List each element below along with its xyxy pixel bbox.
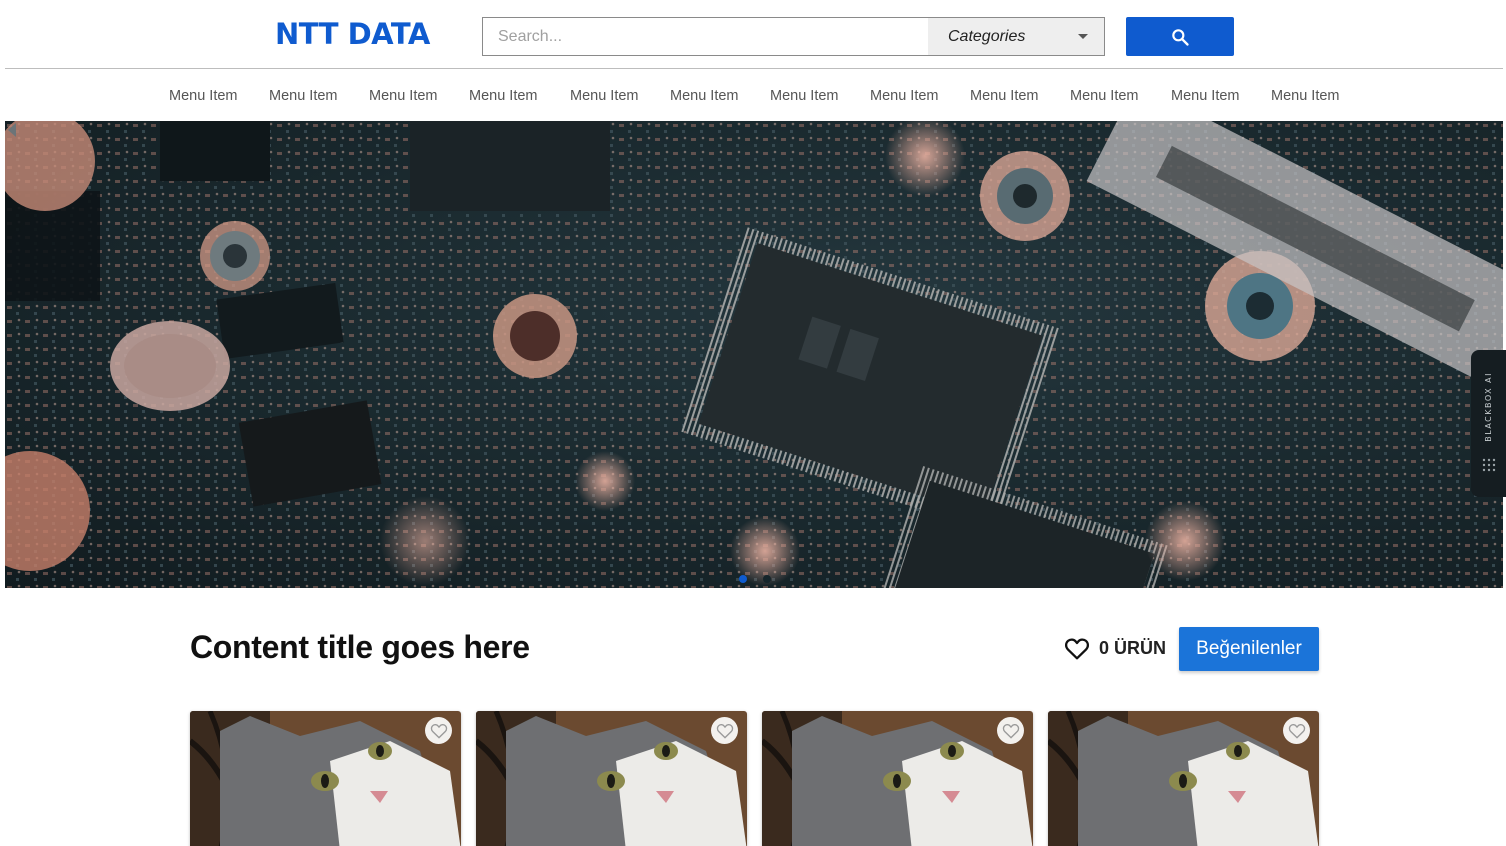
search-input[interactable] (483, 18, 928, 55)
nav-menu-item[interactable]: Menu Item (1070, 88, 1139, 104)
card-like-button[interactable] (1283, 717, 1310, 744)
heart-outline-icon (1064, 638, 1090, 660)
nav-menu-item[interactable]: Menu Item (770, 88, 839, 104)
carousel-dot[interactable] (763, 575, 771, 583)
categories-label: Categories (948, 27, 1026, 45)
nav-menu-item[interactable]: Menu Item (469, 88, 538, 104)
categories-dropdown[interactable]: Categories (928, 18, 1104, 55)
favorites-button[interactable]: Beğenilenler (1179, 627, 1319, 671)
main-nav: Menu Item Menu Item Menu Item Menu Item … (0, 69, 1506, 121)
heart-outline-icon (716, 724, 733, 739)
liked-products-counter: 0 ÜRÜN (1064, 636, 1166, 660)
circuit-board-image (5, 121, 1503, 588)
content-title: Content title goes here (190, 629, 530, 665)
kitten-image (1048, 711, 1319, 846)
caret-down-icon (1078, 34, 1088, 39)
heart-outline-icon (1288, 724, 1305, 739)
nav-menu-item[interactable]: Menu Item (169, 88, 238, 104)
chevron-left-icon[interactable] (5, 121, 19, 139)
nav-menu-item[interactable]: Menu Item (1171, 88, 1240, 104)
search-button[interactable] (1126, 17, 1234, 56)
nav-menu-item[interactable]: Menu Item (570, 88, 639, 104)
heart-outline-icon (1002, 724, 1019, 739)
hero-carousel[interactable] (5, 121, 1503, 588)
blackbox-ai-tab[interactable]: BLACKBOX AI (1471, 350, 1506, 497)
nav-menu-item[interactable]: Menu Item (369, 88, 438, 104)
kitten-image (762, 711, 1033, 846)
heart-outline-icon (430, 724, 447, 739)
search-bar: Categories (482, 17, 1105, 56)
carousel-dot[interactable] (715, 575, 723, 583)
liked-count: 0 ÜRÜN (1099, 637, 1167, 658)
nav-menu-item[interactable]: Menu Item (970, 88, 1039, 104)
blackbox-ai-label: BLACKBOX AI (1484, 372, 1493, 442)
product-card[interactable] (476, 711, 747, 846)
kitten-image (476, 711, 747, 846)
nav-menu-item[interactable]: Menu Item (870, 88, 939, 104)
ntt-data-logo[interactable]: NTT DATA (275, 17, 430, 51)
product-card[interactable] (190, 711, 461, 846)
product-card[interactable] (762, 711, 1033, 846)
kitten-image (190, 711, 461, 846)
site-header: NTT DATA Categories (0, 0, 1506, 69)
card-like-button[interactable] (425, 717, 452, 744)
card-like-button[interactable] (711, 717, 738, 744)
nav-menu-item[interactable]: Menu Item (670, 88, 739, 104)
carousel-dot-active[interactable] (739, 575, 747, 583)
nav-menu-item[interactable]: Menu Item (269, 88, 338, 104)
search-icon (1172, 28, 1189, 46)
product-card[interactable] (1048, 711, 1319, 846)
carousel-indicators (715, 575, 771, 583)
card-like-button[interactable] (997, 717, 1024, 744)
dots-grid-icon (1482, 458, 1495, 471)
nav-menu-item[interactable]: Menu Item (1271, 88, 1340, 104)
